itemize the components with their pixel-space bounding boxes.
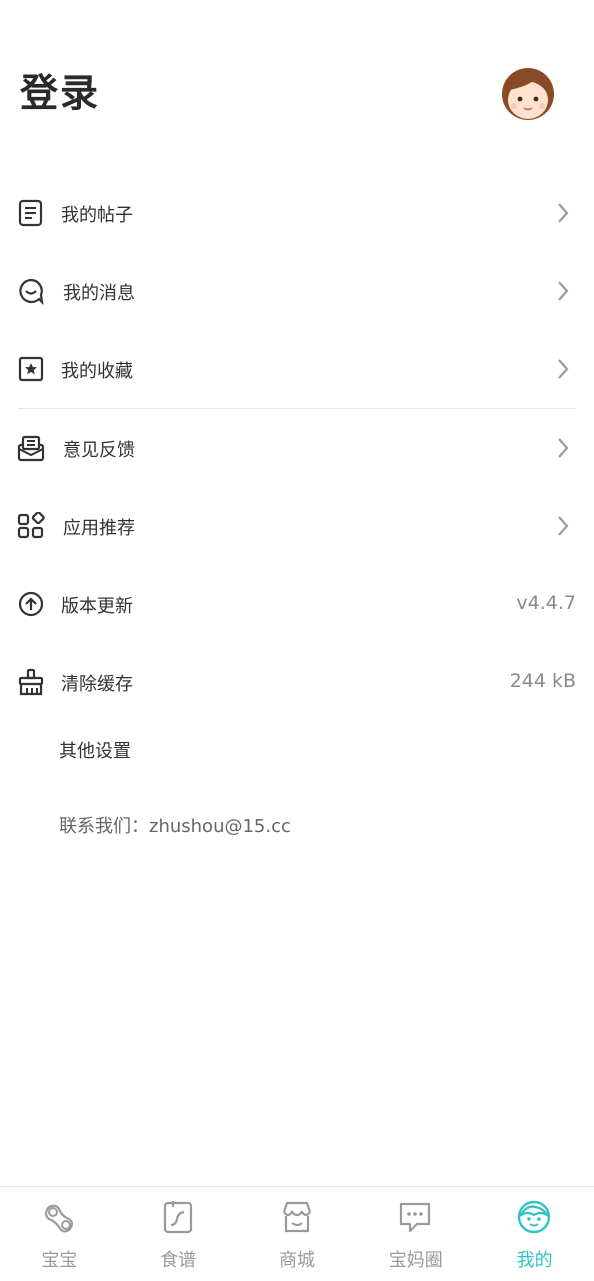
star-bookmark-icon: [18, 356, 44, 382]
tab-shop[interactable]: 商城: [238, 1187, 357, 1281]
version-value: v4.4.7: [516, 592, 576, 614]
header: 登录: [0, 0, 594, 180]
tab-label-shop: 商城: [278, 1250, 315, 1271]
tab-community[interactable]: 宝妈圈: [356, 1187, 475, 1281]
chat-icon: [400, 1202, 431, 1233]
menu-item-cache[interactable]: 清除缓存 244 kB: [0, 643, 594, 721]
menu-item-version[interactable]: 版本更新 v4.4.7: [0, 565, 594, 643]
menu-label-other-settings: 其他设置: [59, 741, 131, 762]
broom-icon: [18, 668, 44, 696]
upgrade-arrow-icon: [18, 591, 44, 617]
chevron-right-icon: [558, 438, 569, 458]
document-icon: [18, 199, 43, 227]
profile-icon: [517, 1200, 551, 1234]
contact-info: 联系我们：zhushou@15.cc: [59, 816, 291, 837]
tab-label-baby: 宝宝: [41, 1250, 78, 1271]
tab-recipe[interactable]: 食谱: [119, 1187, 238, 1281]
chevron-right-icon: [558, 516, 569, 536]
tab-baby[interactable]: 宝宝: [0, 1187, 119, 1281]
menu-item-feedback[interactable]: 意见反馈: [0, 409, 594, 487]
menu-item-posts[interactable]: 我的帖子: [0, 174, 594, 252]
recipe-icon: [163, 1201, 192, 1234]
message-smile-icon: [19, 278, 44, 305]
menu-label-messages: 我的消息: [63, 283, 135, 304]
chevron-right-icon: [558, 359, 569, 379]
avatar-icon[interactable]: [498, 66, 558, 122]
menu-label-favorites: 我的收藏: [61, 361, 133, 382]
chevron-right-icon: [558, 203, 569, 223]
settings-menu: 我的帖子 我的消息 我的收藏 意见反馈 应用推荐 版本更新 v4.4.7 清除缓…: [0, 174, 594, 787]
chevron-right-icon: [558, 281, 569, 301]
apps-grid-icon: [17, 512, 45, 539]
tab-mine[interactable]: 我的: [475, 1187, 594, 1281]
menu-label-cache: 清除缓存: [61, 674, 133, 695]
tab-label-community: 宝妈圈: [388, 1250, 443, 1271]
menu-item-other-settings[interactable]: 其他设置: [0, 721, 594, 787]
tab-label-recipe: 食谱: [160, 1250, 197, 1271]
menu-label-posts: 我的帖子: [61, 205, 133, 226]
cache-size-value: 244 kB: [509, 670, 576, 692]
menu-item-messages[interactable]: 我的消息: [0, 252, 594, 330]
tab-label-mine: 我的: [516, 1250, 553, 1271]
menu-label-version: 版本更新: [61, 596, 133, 617]
feedback-mail-icon: [17, 435, 45, 462]
login-title[interactable]: 登录: [20, 62, 100, 117]
menu-label-apps: 应用推荐: [63, 518, 135, 539]
shop-icon: [282, 1201, 311, 1233]
baby-icon: [44, 1204, 74, 1233]
bottom-tab-bar: 宝宝 食谱 商城 宝妈圈 我的: [0, 1186, 594, 1281]
menu-label-feedback: 意见反馈: [63, 440, 135, 461]
menu-item-apps[interactable]: 应用推荐: [0, 487, 594, 565]
menu-item-favorites[interactable]: 我的收藏: [0, 330, 594, 408]
